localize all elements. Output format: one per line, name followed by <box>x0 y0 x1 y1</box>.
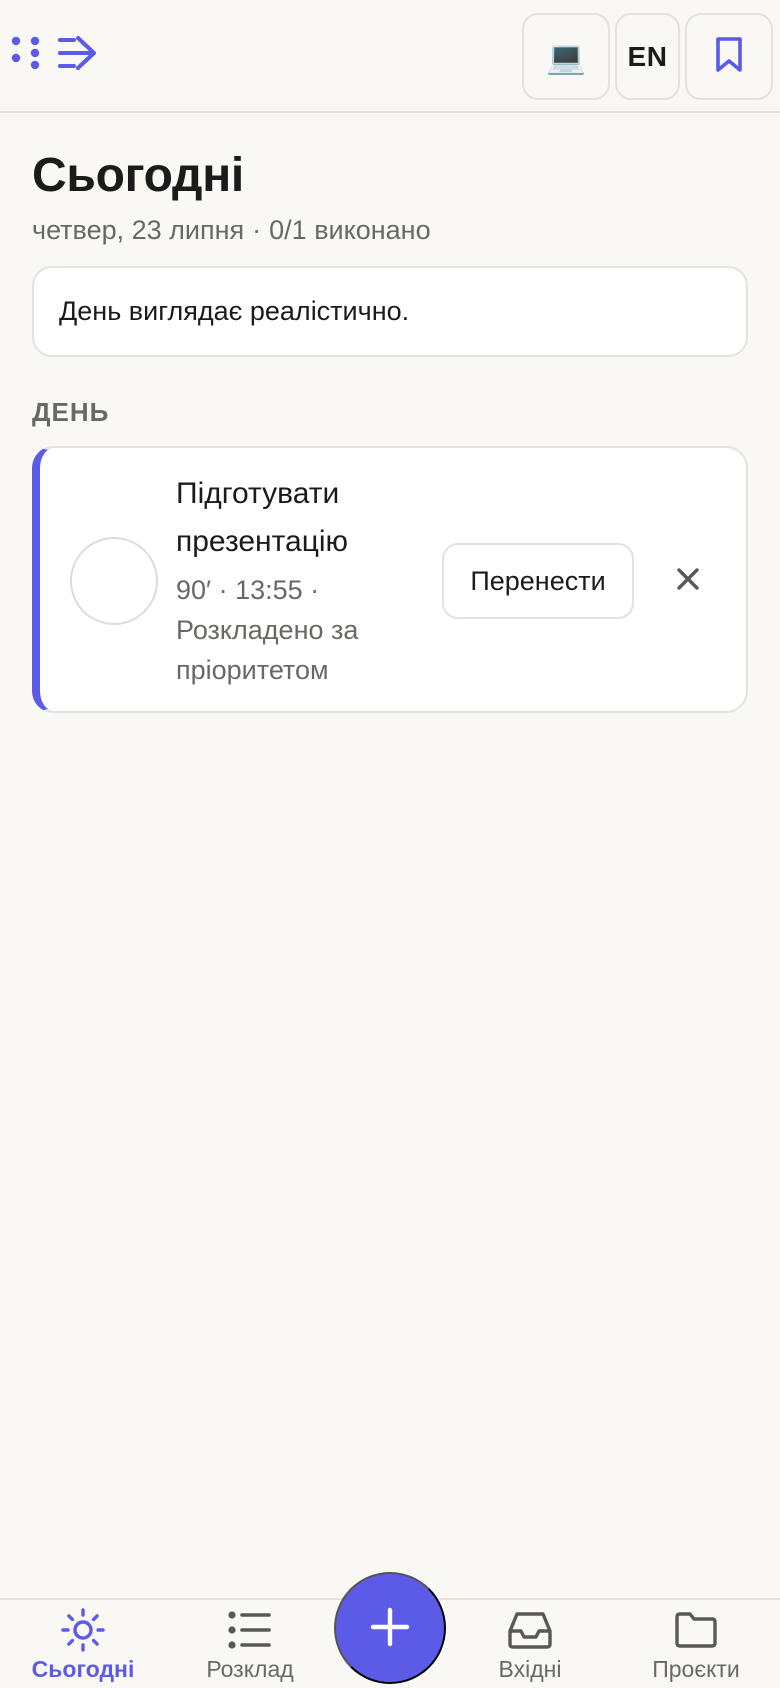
reschedule-button[interactable]: Перенести <box>442 543 634 619</box>
app-logo-icon[interactable] <box>10 34 100 74</box>
bookmark-button[interactable] <box>685 13 773 100</box>
plus-icon <box>370 1607 410 1650</box>
nav-item-today[interactable]: Сьогодні <box>3 1600 163 1688</box>
add-task-button[interactable] <box>334 1572 446 1684</box>
nav-label-today: Сьогодні <box>31 1656 135 1682</box>
close-icon[interactable] <box>670 561 706 597</box>
task-title: Підготувати презентацію <box>176 477 349 558</box>
nav-label-inbox: Вхідні <box>498 1656 562 1682</box>
nav-label-schedule: Розклад <box>206 1656 294 1682</box>
date-text: четвер, 23 липня <box>32 215 245 245</box>
nav-item-inbox[interactable]: Вхідні <box>450 1600 610 1688</box>
list-icon <box>228 1608 272 1652</box>
top-bar: 💻 EN <box>0 0 780 113</box>
progress-text: 0/1 виконано <box>269 215 431 245</box>
nav-label-projects: Проєкти <box>652 1656 740 1682</box>
summary-text: День виглядає реалістично. <box>59 296 410 326</box>
section-label: ДЕНЬ <box>32 397 110 427</box>
language-button[interactable]: EN <box>615 13 680 100</box>
nav-item-projects[interactable]: Проєкти <box>616 1600 776 1688</box>
page-title: Сьогодні <box>32 149 244 202</box>
sun-icon <box>60 1608 106 1652</box>
device-button[interactable]: 💻 <box>522 13 610 100</box>
inbox-icon <box>507 1608 553 1652</box>
page-subtitle: четвер, 23 липня · 0/1 виконано <box>32 215 431 246</box>
separator: · <box>252 215 262 245</box>
task-card[interactable]: Підготувати презентацію 90′ · 13:55 · Ро… <box>32 446 748 713</box>
task-complete-checkbox[interactable] <box>70 537 158 625</box>
app-screen: 💻 EN Сьогодні четвер, 23 липня · 0/1 викон… <box>0 0 780 1688</box>
task-meta: 90′ · 13:55 · Розкладено за пріоритетом <box>176 575 359 685</box>
nav-item-schedule[interactable]: Розклад <box>170 1600 330 1688</box>
folder-icon <box>674 1608 718 1652</box>
day-summary-card: День виглядає реалістично. <box>32 266 748 357</box>
laptop-icon: 💻 <box>546 38 586 75</box>
bookmark-icon <box>714 36 744 77</box>
